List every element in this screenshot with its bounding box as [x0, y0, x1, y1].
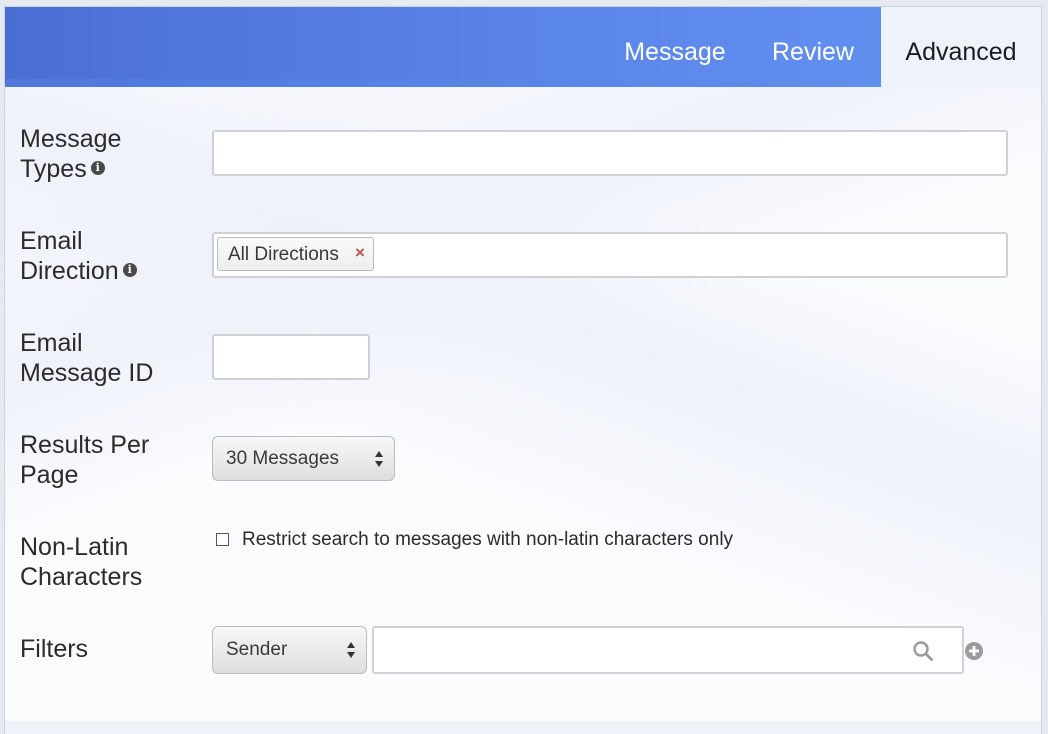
message-types-input[interactable]	[212, 130, 1008, 176]
results-per-page-label: Results Per Page	[20, 430, 149, 490]
results-per-page-value: 30 Messages	[226, 448, 340, 469]
email-direction-label-line2: Direction	[20, 257, 119, 285]
non-latin-label-line2: Characters	[20, 563, 143, 591]
message-types-label-line2: Types	[20, 155, 87, 183]
results-per-page-label-line2: Page	[20, 461, 79, 489]
tab-review[interactable]: Review	[753, 7, 873, 87]
filters-label: Filters	[20, 634, 88, 664]
results-per-page-label-line1: Results Per	[20, 431, 150, 459]
email-message-id-label: Email Message ID	[20, 328, 153, 388]
select-arrows-icon	[375, 450, 383, 467]
direction-tag-label: All Directions	[228, 244, 339, 265]
filter-field-value: Sender	[226, 639, 288, 660]
email-message-id-label-line1: Email	[20, 329, 83, 357]
remove-tag-icon[interactable]: ×	[355, 238, 365, 268]
plus-circle-icon[interactable]	[964, 641, 984, 661]
search-icon[interactable]	[912, 640, 934, 662]
filter-search-input[interactable]	[372, 626, 964, 674]
message-types-label-line1: Message	[20, 125, 122, 153]
non-latin-label-line1: Non-Latin	[20, 533, 129, 561]
footer-band	[5, 721, 1041, 734]
email-message-id-label-line2: Message ID	[20, 359, 154, 387]
info-icon[interactable]: i	[122, 263, 137, 278]
email-direction-label: Email Direction i	[20, 226, 137, 286]
non-latin-checkbox[interactable]	[216, 533, 229, 546]
filter-field-select[interactable]: Sender	[212, 626, 367, 674]
tab-advanced[interactable]: Advanced	[881, 7, 1041, 87]
tab-message[interactable]: Message	[609, 7, 741, 87]
message-types-label: Message Types i	[20, 124, 121, 184]
email-direction-label-line1: Email	[20, 227, 83, 255]
tab-header: Message Review Advanced	[5, 7, 1041, 87]
advanced-search-panel: Message Review Advanced Message Types i E…	[4, 6, 1042, 734]
direction-tag: All Directions ×	[217, 237, 374, 271]
info-icon[interactable]: i	[90, 161, 105, 176]
filters-label-text: Filters	[20, 635, 89, 663]
email-direction-input[interactable]: All Directions ×	[212, 232, 1008, 278]
email-message-id-input[interactable]	[212, 334, 370, 380]
select-arrows-icon	[347, 642, 355, 658]
non-latin-checkbox-label[interactable]: Restrict search to messages with non-lat…	[242, 528, 733, 552]
non-latin-label: Non-Latin Characters	[20, 532, 142, 592]
results-per-page-select[interactable]: 30 Messages	[212, 436, 395, 481]
